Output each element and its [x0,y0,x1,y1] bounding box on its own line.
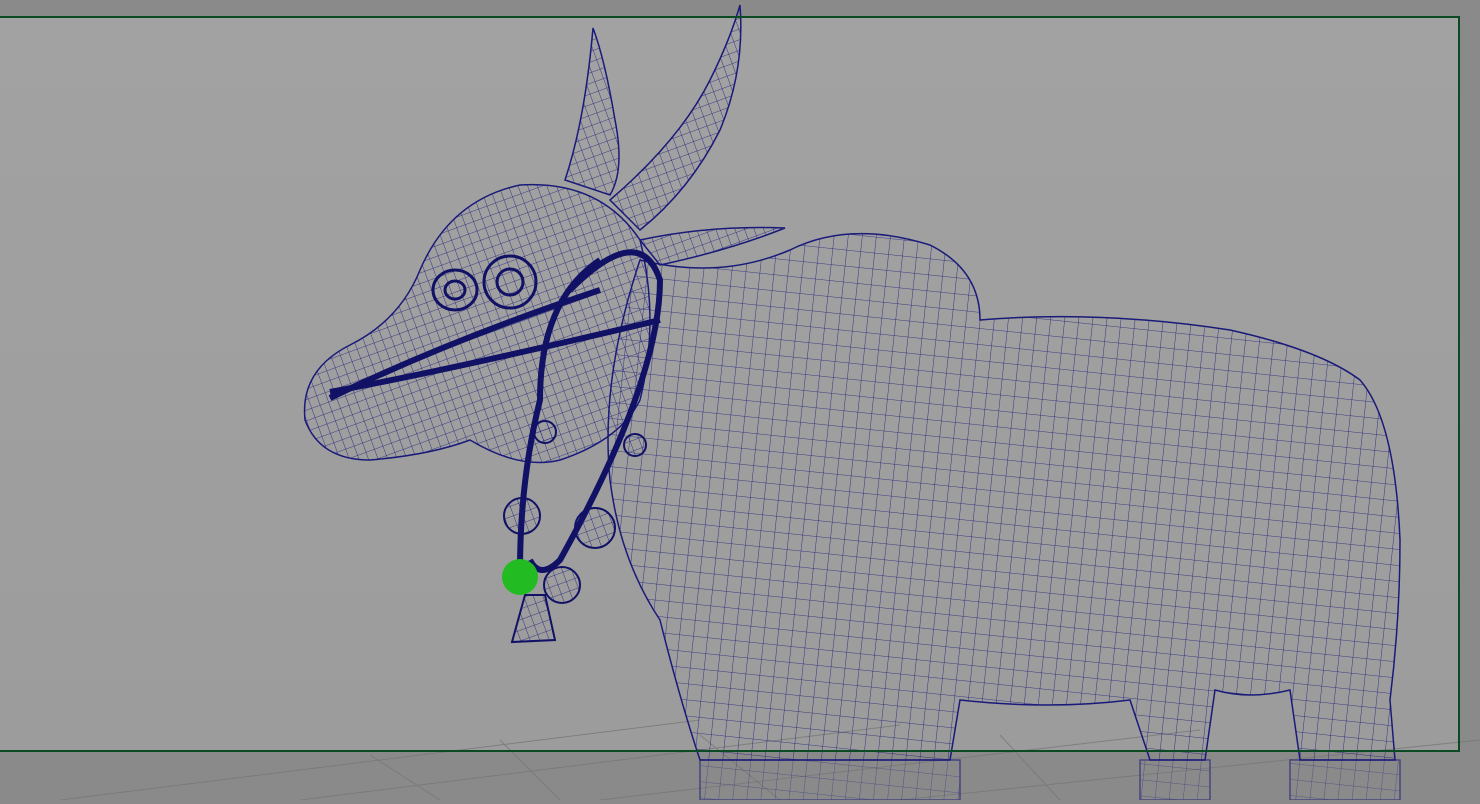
selection-pivot-marker[interactable] [502,559,538,595]
3d-viewport[interactable] [0,0,1480,801]
viewport-canvas[interactable] [0,0,1480,801]
